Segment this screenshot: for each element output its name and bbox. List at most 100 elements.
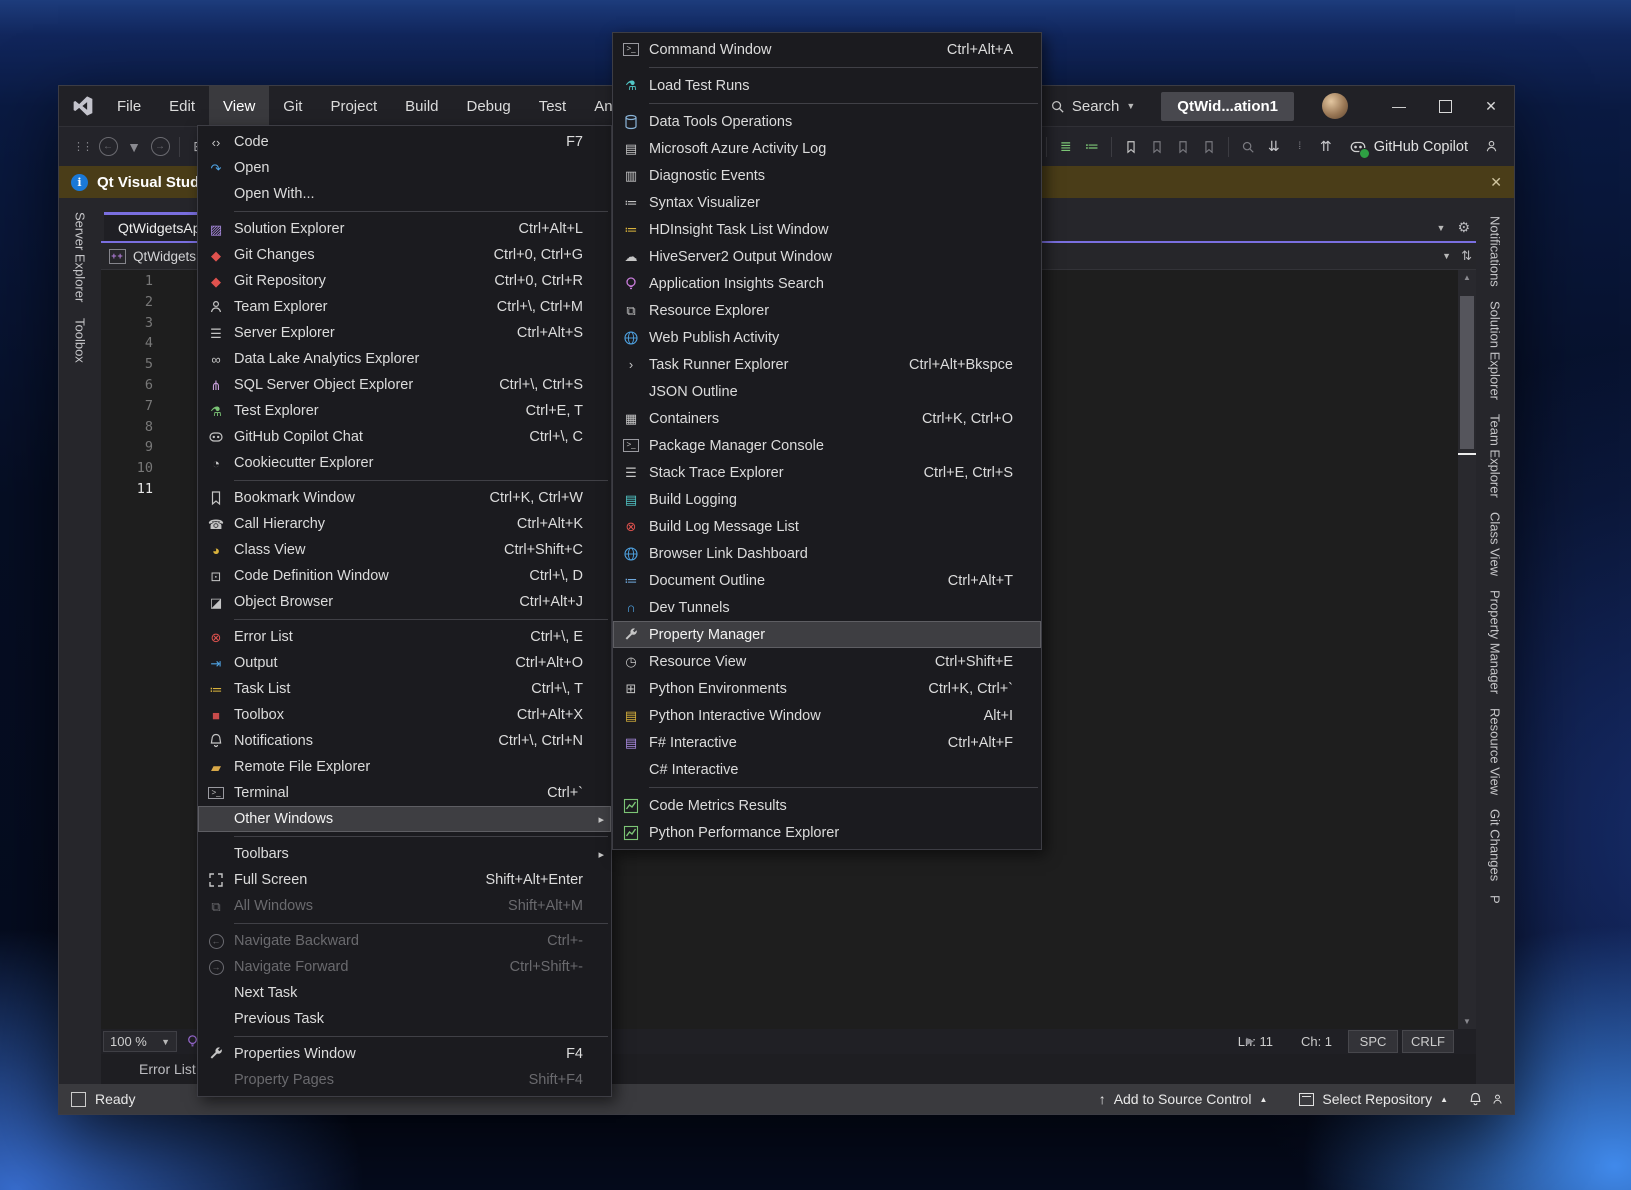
clear-bookmarks-icon[interactable] [1198,135,1220,159]
menu-item-build-logging[interactable]: ▤Build Logging [613,486,1041,513]
menu-item-document-outline[interactable]: ≔Document OutlineCtrl+Alt+T [613,567,1041,594]
menubar-item-edit[interactable]: Edit [155,86,209,126]
navigate-forward-button[interactable]: → [149,135,171,159]
github-copilot-button[interactable]: GitHub Copilot [1349,138,1468,156]
menu-item-package-manager-console[interactable]: >_Package Manager Console [613,432,1041,459]
space-mode-indicator[interactable]: SPC [1348,1030,1398,1053]
menu-item-task-list[interactable]: ≔Task ListCtrl+\, T [198,676,611,702]
collapse-all-icon[interactable]: ⇊ [1263,135,1285,159]
minimize-button[interactable]: — [1376,86,1422,126]
menu-item-f-interactive[interactable]: ▤F# InteractiveCtrl+Alt+F [613,729,1041,756]
menubar-item-debug[interactable]: Debug [453,86,525,126]
vertical-scrollbar[interactable]: ▲ ▼ [1458,270,1476,1029]
side-tab-server-explorer[interactable]: Server Explorer [73,212,88,302]
share-person-icon[interactable] [1491,1093,1504,1106]
menu-item-team-explorer[interactable]: Team ExplorerCtrl+\, Ctrl+M [198,294,611,320]
menu-item-build-log-message-list[interactable]: ⊗Build Log Message List [613,513,1041,540]
menu-item-hiveserver2-output-window[interactable]: ☁HiveServer2 Output Window [613,243,1041,270]
info-bar-close-icon[interactable]: ✕ [1490,174,1502,191]
menu-item-object-browser[interactable]: ◪Object BrowserCtrl+Alt+J [198,589,611,615]
notifications-bell-icon[interactable] [1468,1092,1483,1107]
menubar-item-git[interactable]: Git [269,86,316,126]
menu-item-code-definition-window[interactable]: ⊡Code Definition WindowCtrl+\, D [198,563,611,589]
menu-item-task-runner-explorer[interactable]: ›Task Runner ExplorerCtrl+Alt+Bkspce [613,351,1041,378]
menu-item-python-environments[interactable]: ⊞Python EnvironmentsCtrl+K, Ctrl+` [613,675,1041,702]
menubar-item-build[interactable]: Build [391,86,452,126]
menu-item-sql-server-object-explorer[interactable]: ⋔SQL Server Object ExplorerCtrl+\, Ctrl+… [198,372,611,398]
live-share-icon[interactable] [1480,135,1502,159]
menubar-item-file[interactable]: File [103,86,155,126]
panel-tab-error-list[interactable]: Error List [139,1061,196,1077]
menu-item-syntax-visualizer[interactable]: ≔Syntax Visualizer [613,189,1041,216]
menu-item-containers[interactable]: ▦ContainersCtrl+K, Ctrl+O [613,405,1041,432]
menu-item-output[interactable]: ⇥OutputCtrl+Alt+O [198,650,611,676]
menu-item-other-windows[interactable]: Other Windows▸ [198,806,611,832]
menu-item-previous-task[interactable]: Previous Task [198,1006,611,1032]
menu-item-web-publish-activity[interactable]: Web Publish Activity [613,324,1041,351]
nav-dropdown-caret-icon[interactable]: ▼ [1442,251,1451,261]
zoom-level-dropdown[interactable]: 100 % ▼ [103,1031,177,1052]
menu-item-command-window[interactable]: >_Command WindowCtrl+Alt+A [613,36,1041,63]
side-tab-toolbox[interactable]: Toolbox [73,318,88,363]
side-tab-property-manager[interactable]: Property Manager [1488,590,1503,694]
menu-item-cookiecutter-explorer[interactable]: ◔Cookiecutter Explorer [198,450,611,476]
menubar-item-view[interactable]: View [209,86,269,126]
menu-item-stack-trace-explorer[interactable]: ☰Stack Trace ExplorerCtrl+E, Ctrl+S [613,459,1041,486]
side-tab-solution-explorer[interactable]: Solution Explorer [1488,301,1503,400]
side-tab-git-changes[interactable]: Git Changes [1488,809,1503,881]
peek-definition-icon[interactable] [1237,135,1259,159]
search-box[interactable]: Search ▼ [1050,98,1135,115]
menu-item-property-manager[interactable]: Property Manager [613,621,1041,648]
menu-item-browser-link-dashboard[interactable]: Browser Link Dashboard [613,540,1041,567]
menu-item-resource-view[interactable]: ◷Resource ViewCtrl+Shift+E [613,648,1041,675]
menu-item-python-performance-explorer[interactable]: Python Performance Explorer [613,819,1041,846]
toggle-bookmark-icon[interactable] [1120,135,1142,159]
menu-item-next-task[interactable]: Next Task [198,980,611,1006]
scroll-down-arrow-icon[interactable]: ▼ [1458,1017,1476,1026]
tab-options-gear-icon[interactable]: ⚙ [1457,219,1470,236]
menu-item-terminal[interactable]: >_TerminalCtrl+` [198,780,611,806]
menu-item-data-tools-operations[interactable]: Data Tools Operations [613,108,1041,135]
menu-item-open-with[interactable]: Open With... [198,181,611,207]
menu-item-git-changes[interactable]: ◆Git ChangesCtrl+0, Ctrl+G [198,242,611,268]
menu-item-full-screen[interactable]: Full ScreenShift+Alt+Enter [198,867,611,893]
scroll-right-arrow-icon[interactable]: ▶ [1246,1036,1254,1047]
menu-item-resource-explorer[interactable]: ⧉Resource Explorer [613,297,1041,324]
line-ending-indicator[interactable]: CRLF [1402,1030,1454,1053]
solution-name-badge[interactable]: QtWid...ation1 [1161,92,1294,121]
menubar-item-test[interactable]: Test [525,86,581,126]
side-tab-class-view[interactable]: Class View [1488,512,1503,576]
menu-item-solution-explorer[interactable]: ▨Solution ExplorerCtrl+Alt+L [198,216,611,242]
side-tab-notifications[interactable]: Notifications [1488,216,1503,287]
scrollbar-thumb[interactable] [1460,296,1474,449]
side-tab-team-explorer[interactable]: Team Explorer [1488,414,1503,498]
menu-item-load-test-runs[interactable]: ⚗Load Test Runs [613,72,1041,99]
expand-all-icon[interactable]: ⇈ [1315,135,1337,159]
side-tab-resource-view[interactable]: Resource View [1488,708,1503,795]
split-window-icon[interactable]: ⇅ [1461,248,1472,264]
menu-item-git-repository[interactable]: ◆Git RepositoryCtrl+0, Ctrl+R [198,268,611,294]
toolbar-grip-icon[interactable]: ⋮⋮ [71,135,93,159]
menu-item-python-interactive-window[interactable]: ▤Python Interactive WindowAlt+I [613,702,1041,729]
menu-item-github-copilot-chat[interactable]: GitHub Copilot ChatCtrl+\, C [198,424,611,450]
line-indicator[interactable]: Ln: 11 [1226,1034,1285,1049]
format-document-icon[interactable]: ≣ [1055,135,1077,159]
menu-item-toolbox[interactable]: ■ToolboxCtrl+Alt+X [198,702,611,728]
scroll-up-arrow-icon[interactable]: ▲ [1458,273,1476,282]
menu-item-call-hierarchy[interactable]: ☎Call HierarchyCtrl+Alt+K [198,511,611,537]
menu-item-error-list[interactable]: ⊗Error ListCtrl+\, E [198,624,611,650]
menubar-item-project[interactable]: Project [316,86,391,126]
menu-item-dev-tunnels[interactable]: ∩Dev Tunnels [613,594,1041,621]
close-button[interactable]: ✕ [1468,86,1514,126]
format-selection-icon[interactable]: ≔ [1081,135,1103,159]
user-avatar[interactable] [1322,93,1348,119]
menu-item-server-explorer[interactable]: ☰Server ExplorerCtrl+Alt+S [198,320,611,346]
select-repository-button[interactable]: Select Repository ▲ [1287,1091,1460,1107]
side-tab-p[interactable]: P [1488,895,1503,904]
menu-item-class-view[interactable]: ◕Class ViewCtrl+Shift+C [198,537,611,563]
menu-item-code-metrics-results[interactable]: Code Metrics Results [613,792,1041,819]
menu-item-open[interactable]: ↷Open [198,155,611,181]
menu-item-microsoft-azure-activity-log[interactable]: ▤Microsoft Azure Activity Log [613,135,1041,162]
navigate-backward-button[interactable]: ← [97,135,119,159]
previous-bookmark-icon[interactable] [1146,135,1168,159]
